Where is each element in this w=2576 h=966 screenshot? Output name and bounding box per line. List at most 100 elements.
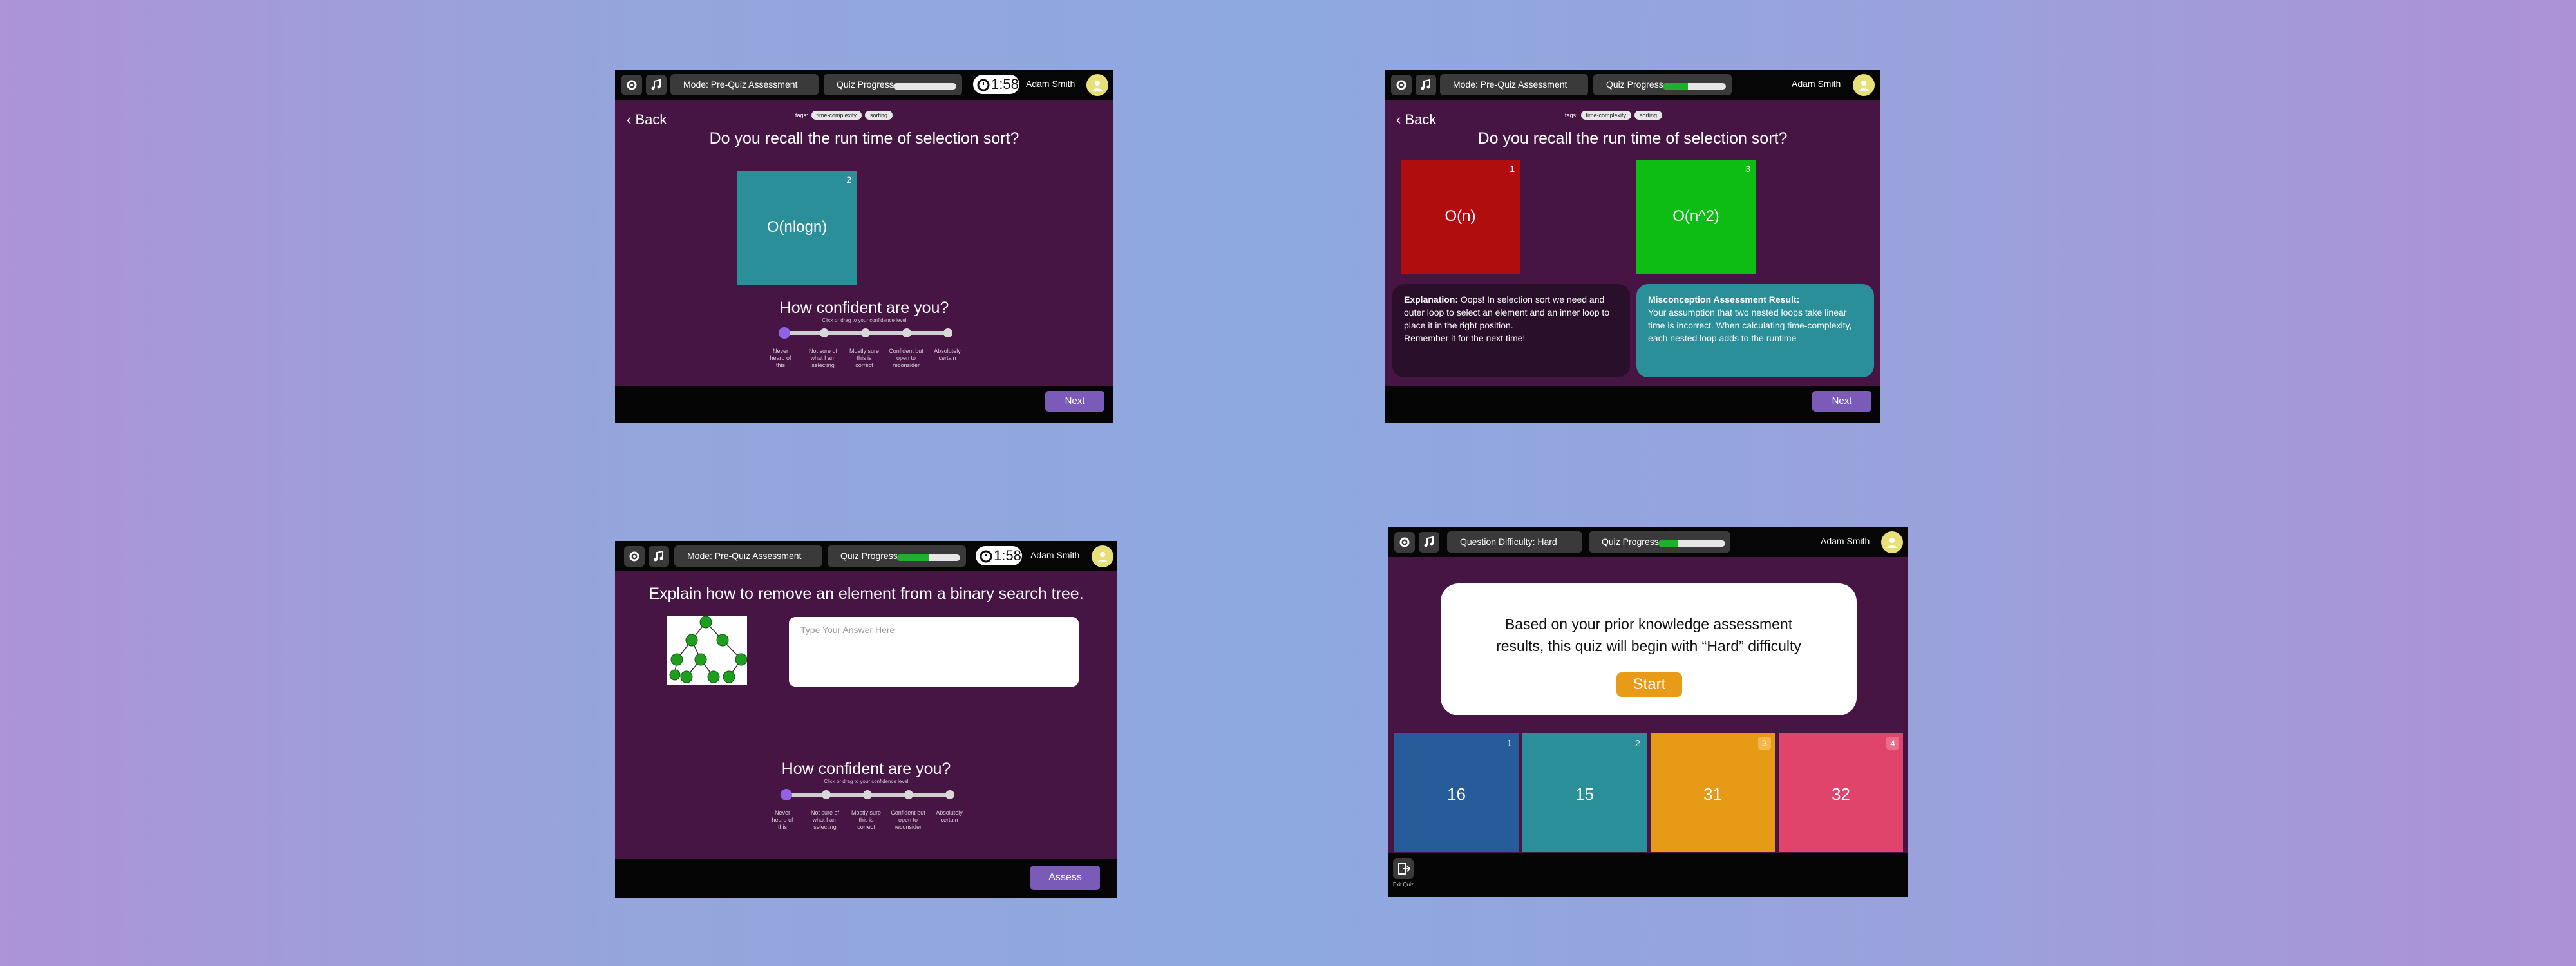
settings-button[interactable] [621,75,642,95]
answer-textarea[interactable]: Type Your Answer Here [789,617,1079,687]
mode-label: Mode: Pre-Quiz Assessment [1440,74,1588,95]
settings-button[interactable] [624,546,645,567]
difficulty-modal: Based on your prior knowledge assessment… [1441,583,1857,715]
back-label: Back [1405,111,1437,128]
tag-sorting[interactable]: sorting [1634,111,1663,120]
confidence-step[interactable] [902,328,911,337]
option-number: 2 [1634,738,1640,749]
music-icon [651,79,661,90]
gear-icon [1396,80,1406,90]
answer-card-wrong[interactable]: 1 O(n) [1401,160,1520,274]
answer-card[interactable]: 2 O(nlogn) [737,171,857,285]
confidence-step[interactable] [861,328,870,337]
answer-option[interactable]: 1 16 [1394,733,1519,852]
settings-button[interactable] [1391,75,1412,95]
progress-fill [897,554,929,561]
option-number: 1 [1506,738,1512,749]
card-text: O(nlogn) [766,218,828,236]
progress-fill [1663,83,1689,90]
progress-box: Quiz Progress [824,74,962,95]
confidence-handle[interactable] [781,789,792,800]
assess-button[interactable]: Assess [1030,866,1100,890]
gear-icon [629,551,639,562]
explanation-title: Explanation: [1404,294,1459,305]
music-icon [1421,79,1430,90]
avatar[interactable] [1881,531,1903,553]
confidence-subtitle: Click or drag to your confidence level [822,317,907,323]
progress-bar [1658,540,1725,547]
option-value: 16 [1447,784,1466,804]
username: Adam Smith [1792,79,1841,89]
progress-label: Quiz Progress [1606,79,1663,90]
card-number: 1 [1510,164,1515,174]
tag-time-complexity[interactable]: time-complexity [811,111,862,120]
confidence-level-label: Confident but open to reconsider [889,348,923,368]
misconception-title: Misconception Assessment Result: [1648,294,1800,305]
modal-line-1: Based on your prior knowledge assessment [1504,616,1793,632]
binary-tree-icon [669,616,748,683]
music-button[interactable] [649,546,669,567]
next-button[interactable]: Next [1812,391,1871,412]
progress-box: Quiz Progress [1589,531,1730,553]
screen-difficulty-intro: Question Difficulty: Hard Quiz Progress … [1388,527,1908,897]
confidence-level-label: Never heard of this [772,810,793,830]
card-text: O(n^2) [1672,207,1719,225]
confidence-handle[interactable] [779,327,790,339]
screen-prequiz-question: Mode: Pre-Quiz Assessment Quiz Progress … [615,70,1113,423]
card-text: O(n) [1444,207,1476,225]
timer-value: 1:58 [994,547,1021,564]
confidence-level-label: Absolutely certain [936,810,963,823]
back-link[interactable]: ‹ Back [627,111,667,128]
confidence-step[interactable] [943,328,952,337]
footer-bar: Next [1385,386,1880,423]
footer-bar: Assess [615,859,1117,898]
tags-label: tags: [1565,112,1578,118]
timer: 1:58 [973,75,1019,94]
music-button[interactable] [1419,532,1439,553]
answer-option[interactable]: 4 32 [1779,733,1903,852]
binary-tree-image [667,616,748,685]
mode-label: Mode: Pre-Quiz Assessment [670,74,819,95]
back-link[interactable]: ‹ Back [1396,111,1436,128]
answer-card-correct[interactable]: 3 O(n^2) [1636,160,1756,274]
tag-sorting[interactable]: sorting [865,111,893,120]
next-button[interactable]: Next [1045,391,1104,412]
question-text: Explain how to remove an element from a … [649,585,1084,603]
tag-time-complexity[interactable]: time-complexity [1580,111,1632,120]
confidence-level-label: Never heard of this [770,348,791,368]
settings-button[interactable] [1394,532,1415,553]
answer-option[interactable]: 3 31 [1651,733,1775,852]
top-bar: Question Difficulty: Hard Quiz Progress … [1388,527,1908,557]
confidence-level-label: Mostly sure this is correct [851,810,881,830]
footer-bar: Next [615,386,1113,423]
confidence-step[interactable] [945,790,954,799]
progress-fill [1658,540,1679,547]
answer-option[interactable]: 2 15 [1522,733,1647,852]
option-number: 3 [1758,737,1771,750]
start-button[interactable]: Start [1616,672,1682,697]
progress-label: Quiz Progress [837,79,894,90]
card-number: 3 [1745,164,1750,174]
timer-icon [980,550,992,563]
confidence-level-label: Not sure of what I am selecting [810,810,840,830]
music-button[interactable] [646,75,667,95]
top-bar: Mode: Pre-Quiz Assessment Quiz Progress … [1385,70,1880,100]
avatar[interactable] [1092,545,1113,567]
confidence-step[interactable] [820,328,829,337]
question-text: Do you recall the run time of selection … [709,129,1019,147]
confidence-step[interactable] [863,790,872,799]
avatar[interactable] [1086,74,1108,96]
confidence-step[interactable] [822,790,831,799]
music-button[interactable] [1416,75,1436,95]
progress-box: Quiz Progress [828,545,966,567]
tags: tags: time-complexity sorting [1565,111,1663,120]
timer-icon [977,79,990,91]
option-value: 15 [1575,784,1594,804]
confidence-step[interactable] [904,790,913,799]
avatar-icon [1859,80,1869,91]
modal-line-2: results, this quiz will begin with “Hard… [1496,638,1801,654]
avatar[interactable] [1853,74,1875,96]
exit-quiz-button[interactable] [1393,858,1414,879]
back-label: Back [635,111,667,128]
confidence-level-label: Not sure of what I am selecting [808,348,838,368]
